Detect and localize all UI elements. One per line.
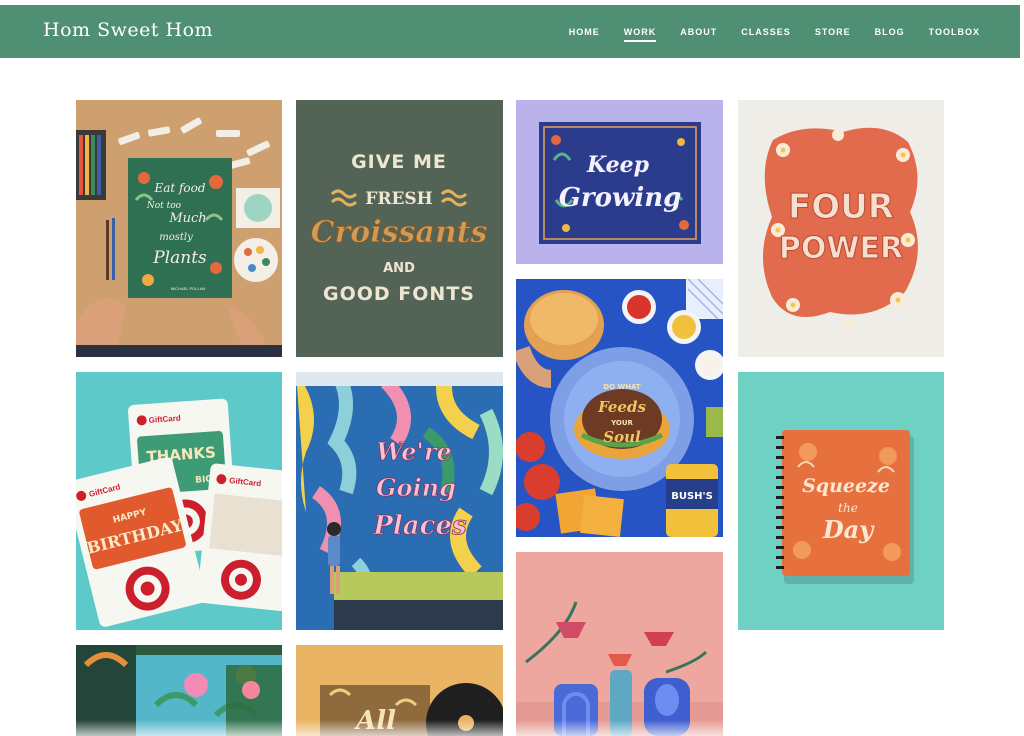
croissant-line-3: Croissants — [311, 215, 488, 250]
croissant-line-1: GIVE ME — [351, 151, 447, 173]
main-nav: HOME WORK ABOUT CLASSES STORE BLOG TOOLB… — [545, 5, 980, 58]
soul-line-3: YOUR — [610, 419, 633, 427]
site-logo[interactable]: Hom Sweet Hom — [43, 19, 213, 41]
gallery-tile-four-power[interactable]: FOUR POWER — [738, 100, 944, 357]
poster-line-2: Not too — [146, 201, 182, 211]
croissant-line-2: FRESH — [365, 189, 433, 209]
gallery-tile-feeds-your-soul[interactable]: DO WHAT Feeds YOUR Soul BUSH'S — [516, 279, 723, 537]
nav-work[interactable]: WORK — [623, 23, 657, 42]
gallery-tile-all-partial[interactable]: All — [296, 645, 503, 736]
gallery-tile-going-places[interactable]: We're Going Places — [296, 372, 503, 630]
four-line-2: POWER — [779, 231, 903, 266]
gallery-tile-vases[interactable] — [516, 552, 723, 736]
squeeze-line-2: the — [838, 501, 858, 515]
gallery-tile-gift-cards[interactable]: GiftCard THANKS BIG GiftCard GiftCard HA… — [76, 372, 282, 630]
all-text: All — [353, 706, 396, 736]
gallery-tile-keep-growing[interactable]: Keep Growing — [516, 100, 723, 264]
poster-line-4: mostly — [159, 232, 193, 243]
soul-line-1: DO WHAT — [603, 383, 641, 391]
croissant-line-5: GOOD FONTS — [323, 283, 475, 305]
poster-line-5: Plants — [152, 248, 207, 268]
gallery-tile-squeeze-the-day[interactable]: Squeeze the Day — [738, 372, 944, 630]
can-label: BUSH'S — [671, 491, 713, 502]
nav-store[interactable]: STORE — [815, 23, 851, 41]
squeeze-line-1: Squeeze — [802, 475, 890, 497]
nav-about[interactable]: ABOUT — [680, 23, 717, 41]
gallery-tile-eat-food[interactable]: Eat food Not too Much mostly Plants MICH… — [76, 100, 282, 357]
nav-classes[interactable]: CLASSES — [741, 23, 791, 41]
site-header: Hom Sweet Hom HOME WORK ABOUT CLASSES ST… — [0, 5, 1020, 58]
gallery-tile-mural-partial[interactable] — [76, 645, 282, 736]
nav-home[interactable]: HOME — [569, 23, 600, 41]
places-line-3: Places — [372, 511, 467, 541]
soul-line-2: Feeds — [597, 398, 646, 416]
nav-blog[interactable]: BLOG — [875, 23, 905, 41]
places-line-2: Going — [376, 473, 456, 502]
gallery-tile-croissants[interactable]: GIVE ME FRESH Croissants AND GOOD FONTS — [296, 100, 503, 357]
keep-line-1: Keep — [586, 152, 650, 178]
places-line-1: We're — [376, 437, 452, 466]
poster-line-3: Much — [168, 211, 206, 226]
keep-line-2: Growing — [559, 183, 682, 213]
soul-line-4: Soul — [603, 428, 641, 446]
poster-credit: MICHAEL POLLAN — [171, 286, 206, 291]
croissant-line-4: AND — [383, 261, 415, 276]
four-line-1: FOUR — [788, 187, 894, 227]
squeeze-line-3: Day — [822, 515, 875, 544]
nav-toolbox[interactable]: TOOLBOX — [929, 23, 980, 41]
poster-line-1: Eat food — [153, 181, 205, 195]
